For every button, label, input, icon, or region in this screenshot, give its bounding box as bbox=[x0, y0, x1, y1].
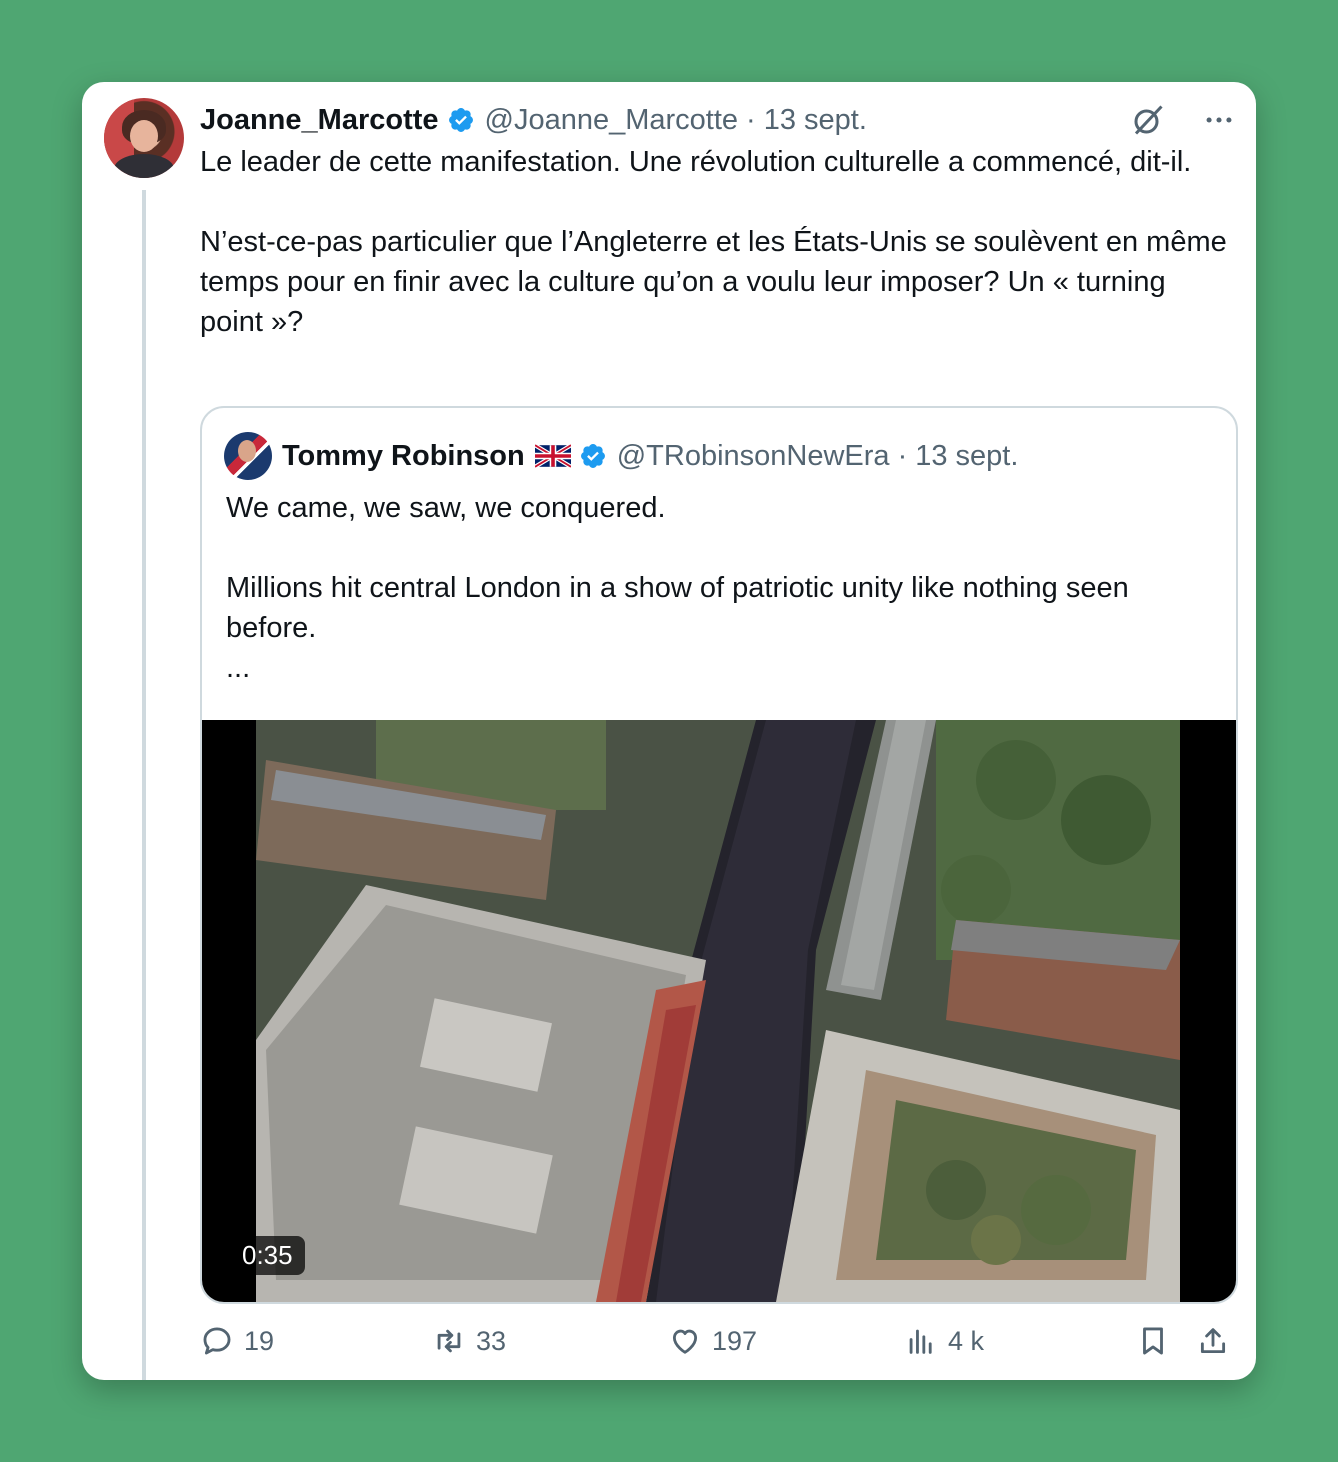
quoted-author-avatar[interactable] bbox=[224, 432, 272, 480]
quoted-author-name: Tommy Robinson bbox=[282, 439, 525, 472]
quoted-paragraph: Millions hit central London in a show of… bbox=[226, 572, 1129, 644]
video-duration: 0:35 bbox=[230, 1236, 305, 1275]
video-thumbnail[interactable] bbox=[256, 720, 1180, 1302]
verified-badge-icon bbox=[448, 108, 473, 132]
quoted-ellipsis: ... bbox=[226, 652, 251, 684]
like-count: 197 bbox=[712, 1325, 758, 1356]
views-button[interactable]: 4 k bbox=[904, 1324, 984, 1358]
reply-count: 19 bbox=[244, 1325, 275, 1356]
video-player[interactable]: 0:35 bbox=[202, 720, 1236, 1302]
quoted-tweet-header: Tommy Robinson @TRobinsonNewEra · 13 sep… bbox=[282, 436, 1018, 476]
repost-button[interactable]: 33 bbox=[432, 1324, 506, 1358]
separator: · bbox=[897, 439, 908, 472]
reply-icon bbox=[203, 1327, 231, 1355]
quoted-tweet[interactable]: Tommy Robinson @TRobinsonNewEra · 13 sep… bbox=[200, 406, 1238, 1304]
repost-count: 33 bbox=[476, 1325, 507, 1356]
bookmark-button[interactable] bbox=[1136, 1324, 1170, 1358]
author-handle[interactable]: @Joanne_Marcotte bbox=[485, 104, 739, 137]
repost-icon bbox=[437, 1329, 461, 1353]
bookmark-icon bbox=[1143, 1327, 1163, 1355]
tweet-header: Joanne_Marcotte @Joanne_Marcotte · 13 se… bbox=[200, 100, 867, 140]
share-icon bbox=[1200, 1328, 1226, 1354]
views-icon bbox=[909, 1329, 932, 1354]
reply-button[interactable]: 19 bbox=[200, 1324, 274, 1358]
aerial-crowd-image bbox=[256, 720, 1180, 1302]
quoted-paragraph: We came, we saw, we conquered. bbox=[226, 492, 666, 524]
heart-icon bbox=[672, 1329, 698, 1354]
quoted-tweet-date: 13 sept. bbox=[915, 439, 1019, 472]
more-icon[interactable] bbox=[1202, 103, 1236, 137]
share-button[interactable] bbox=[1196, 1324, 1230, 1358]
grok-icon[interactable] bbox=[1130, 102, 1166, 138]
like-button[interactable]: 197 bbox=[668, 1324, 757, 1358]
quoted-tweet-text: We came, we saw, we conquered. Millions … bbox=[226, 488, 1216, 688]
uk-flag-icon bbox=[534, 444, 571, 468]
separator: · bbox=[746, 103, 756, 136]
action-bar: 19 33 197 4 k bbox=[200, 1324, 1240, 1370]
author-name[interactable]: Joanne_Marcotte bbox=[200, 104, 439, 137]
author-avatar[interactable] bbox=[104, 98, 184, 178]
quoted-author-handle: @TRobinsonNewEra bbox=[616, 439, 890, 472]
tweet-paragraph: N’est-ce-pas particulier que l’Angleterr… bbox=[200, 226, 1227, 338]
tweet-card[interactable]: Joanne_Marcotte @Joanne_Marcotte · 13 se… bbox=[82, 82, 1256, 1380]
tweet-date[interactable]: 13 sept. bbox=[764, 104, 867, 137]
verified-badge-icon bbox=[580, 444, 605, 468]
views-count: 4 k bbox=[948, 1325, 985, 1356]
tweet-text: Le leader de cette manifestation. Une ré… bbox=[200, 142, 1230, 342]
thread-line bbox=[142, 190, 146, 1380]
tweet-paragraph: Le leader de cette manifestation. Une ré… bbox=[200, 146, 1192, 178]
